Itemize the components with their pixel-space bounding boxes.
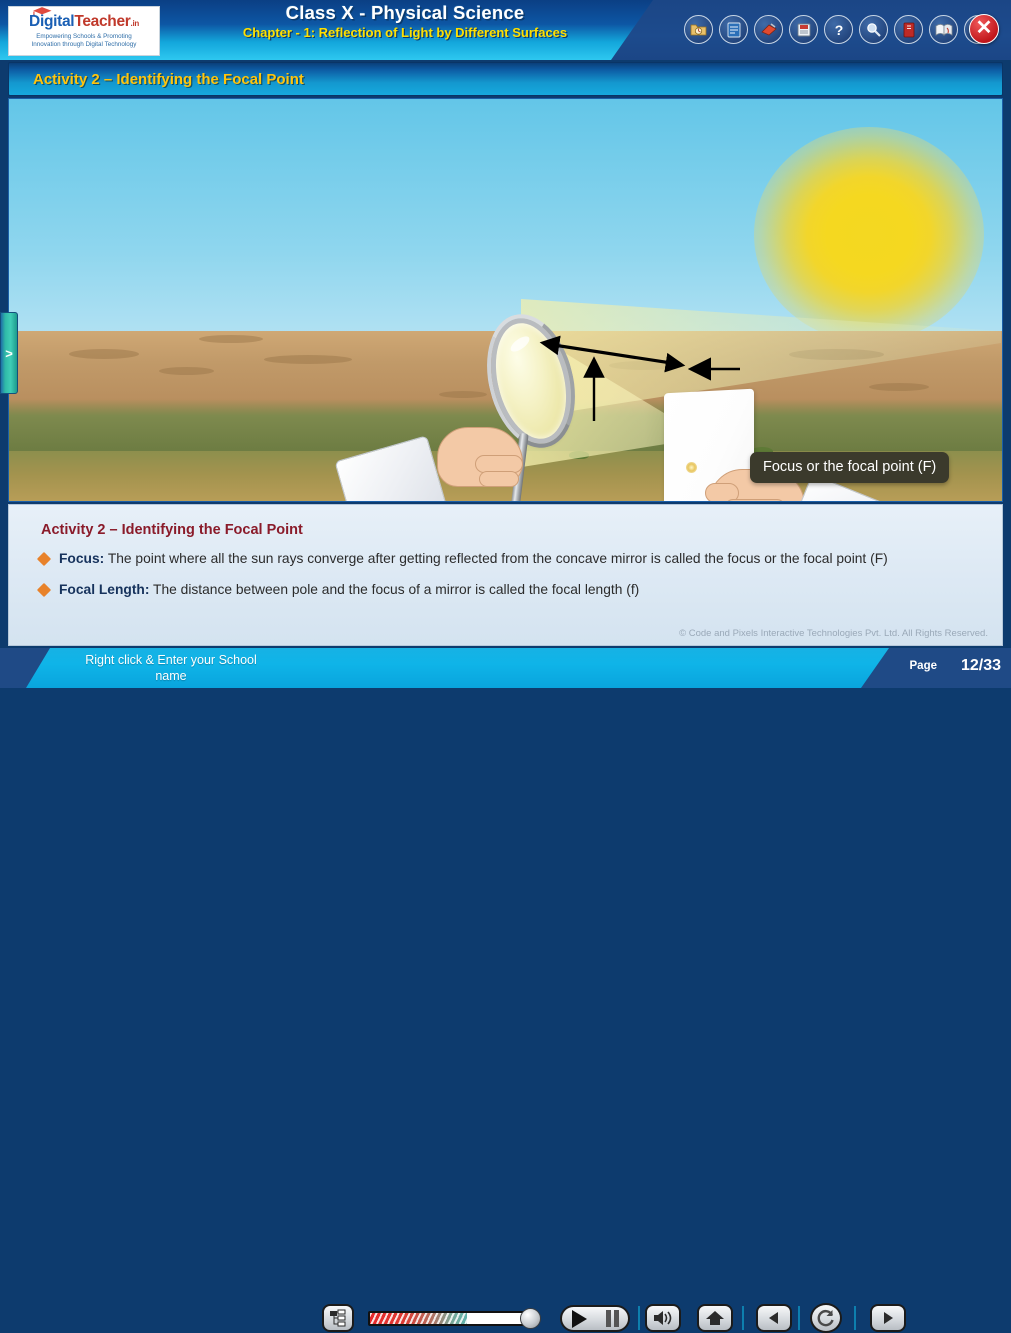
soil-patch bbox=[199, 335, 263, 343]
bullet-content: Focus: The point where all the sun rays … bbox=[59, 549, 888, 569]
next-arrow-icon bbox=[884, 1312, 893, 1324]
refresh-icon bbox=[817, 1310, 834, 1327]
illustration-stage: Focal length (f) Focus or the focal poin… bbox=[8, 98, 1003, 502]
tree-outline-icon bbox=[330, 1309, 346, 1327]
bullet-content: Focal Length: The distance between pole … bbox=[59, 580, 639, 600]
divider bbox=[742, 1306, 744, 1330]
focal-point-dot bbox=[686, 462, 697, 473]
page-label: Page bbox=[909, 660, 938, 672]
divider bbox=[638, 1306, 640, 1330]
next-button[interactable] bbox=[870, 1304, 906, 1332]
close-button[interactable]: ✕ bbox=[969, 14, 999, 44]
list-item: Focal Length: The distance between pole … bbox=[36, 580, 976, 600]
divider bbox=[854, 1306, 856, 1330]
soil-patch bbox=[69, 349, 139, 359]
activity-title: Activity 2 – Identifying the Focal Point bbox=[33, 70, 304, 88]
page-value: 12/33 bbox=[960, 657, 1001, 674]
page-title: Class X - Physical Science bbox=[285, 2, 525, 23]
application-window: DigitalTeacher.in Empowering Schools & P… bbox=[0, 0, 1011, 1333]
diamond-bullet-icon bbox=[36, 582, 52, 598]
bottom-left-wedge bbox=[0, 648, 50, 688]
hand-right-finger bbox=[725, 499, 785, 501]
play-pause-group[interactable] bbox=[560, 1305, 630, 1332]
graduation-cap-icon bbox=[33, 7, 52, 17]
logo-text-domain: .in bbox=[130, 19, 140, 29]
play-icon[interactable] bbox=[571, 1309, 587, 1328]
logo-wordmark: DigitalTeacher.in bbox=[29, 7, 140, 31]
focus-point-callout-text: Focus or the focal point (F) bbox=[763, 459, 937, 475]
outline-tree-button[interactable] bbox=[322, 1304, 354, 1332]
pause-icon[interactable] bbox=[605, 1310, 619, 1327]
chevron-right-icon: > bbox=[5, 345, 13, 361]
bullet-term: Focal Length: bbox=[59, 582, 150, 597]
school-name-prompt[interactable]: Right click & Enter your School name bbox=[56, 652, 286, 684]
hand-left-finger bbox=[479, 471, 519, 487]
soil-patch bbox=[159, 367, 214, 375]
bullet-term: Focus: bbox=[59, 551, 105, 566]
side-panel-toggle[interactable]: > bbox=[0, 312, 18, 394]
close-icon: ✕ bbox=[975, 17, 993, 39]
page-subtitle: Chapter - 1: Reflection of Light by Diff… bbox=[242, 25, 568, 40]
copyright-text: © Code and Pixels Interactive Technologi… bbox=[679, 628, 988, 639]
page-title-block: Class X - Physical Science Chapter - 1: … bbox=[170, 2, 640, 40]
diamond-bullet-icon bbox=[36, 551, 52, 567]
speaker-icon bbox=[654, 1311, 672, 1325]
top-header: DigitalTeacher.in Empowering Schools & P… bbox=[0, 0, 1011, 60]
content-heading: Activity 2 – Identifying the Focal Point bbox=[41, 522, 303, 538]
content-panel: Digital Teacher.in Activity 2 – Identify… bbox=[8, 504, 1003, 646]
magnifier-key-icon[interactable] bbox=[859, 15, 888, 44]
bottom-toolbar: Right click & Enter your School name Pag… bbox=[0, 648, 1011, 1333]
toolbar-icons: ? bbox=[684, 15, 993, 44]
open-book-icon[interactable] bbox=[929, 15, 958, 44]
progress-slider[interactable] bbox=[368, 1311, 528, 1326]
logo-text-teacher: Teacher bbox=[74, 13, 131, 31]
focus-point-callout: Focus or the focal point (F) bbox=[750, 452, 950, 483]
progress-fill bbox=[370, 1313, 467, 1324]
bullet-body: The distance between pole and the focus … bbox=[149, 582, 640, 597]
previous-button[interactable] bbox=[756, 1304, 792, 1332]
activity-title-bar: Activity 2 – Identifying the Focal Point bbox=[8, 62, 1003, 96]
school-prompt-line1: Right click & Enter your School bbox=[85, 653, 257, 667]
folder-clock-icon[interactable] bbox=[684, 15, 713, 44]
brand-logo[interactable]: DigitalTeacher.in Empowering Schools & P… bbox=[8, 6, 160, 56]
red-book-icon[interactable] bbox=[894, 15, 923, 44]
home-button[interactable] bbox=[697, 1304, 733, 1332]
presentation-slide-icon[interactable] bbox=[719, 15, 748, 44]
previous-arrow-icon bbox=[769, 1312, 778, 1324]
notepad-pen-icon[interactable] bbox=[754, 15, 783, 44]
logo-tagline-line2: Innovation through Digital Technology bbox=[31, 41, 137, 49]
help-question-icon[interactable]: ? bbox=[824, 15, 853, 44]
logo-tagline-line1: Empowering Schools & Promoting bbox=[36, 32, 132, 40]
list-item: Focus: The point where all the sun rays … bbox=[36, 549, 976, 569]
volume-button[interactable] bbox=[645, 1304, 681, 1332]
soil-patch bbox=[264, 355, 352, 364]
bullet-body: The point where all the sun rays converg… bbox=[104, 551, 888, 566]
soil-patch bbox=[869, 383, 929, 391]
soil-patch bbox=[439, 391, 487, 398]
replay-button[interactable] bbox=[810, 1303, 842, 1333]
divider bbox=[798, 1306, 800, 1330]
progress-slider-knob[interactable] bbox=[520, 1308, 541, 1329]
school-prompt-line2: name bbox=[155, 669, 187, 683]
logo-tagline: Empowering Schools & Promoting Innovatio… bbox=[32, 33, 137, 50]
printer-document-icon[interactable] bbox=[789, 15, 818, 44]
home-icon bbox=[706, 1311, 724, 1325]
svg-text:?: ? bbox=[834, 22, 843, 38]
sun-graphic bbox=[754, 127, 984, 342]
